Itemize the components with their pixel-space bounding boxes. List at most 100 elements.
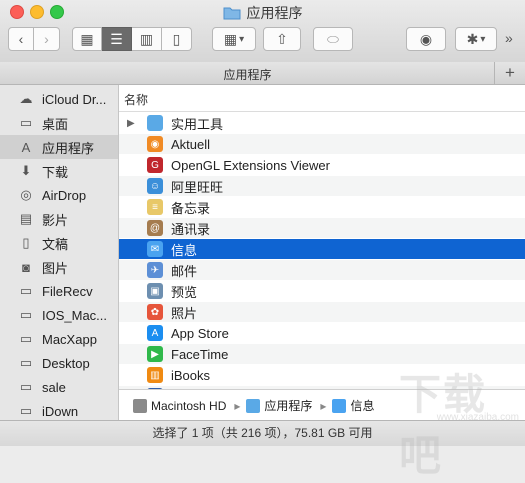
app-icon: ✿ (147, 304, 163, 320)
sidebar-item[interactable]: ▯ 文稿 (0, 231, 118, 255)
path-crumb[interactable]: Macintosh HD (133, 398, 227, 413)
list-view-button[interactable]: ☰ (102, 27, 132, 51)
column-view-button[interactable]: ▥ (132, 27, 162, 51)
file-row[interactable]: ▶ 实用工具 (119, 113, 525, 133)
sidebar-item[interactable]: ▭ IOS_Mac... (0, 303, 118, 327)
file-name: 邮件 (171, 263, 198, 279)
app-icon: G (147, 157, 163, 173)
sidebar-item-icon: ⬇ (20, 163, 32, 178)
path-crumb[interactable]: 信息 (332, 397, 374, 414)
sidebar-item[interactable]: ▭ 桌面 (0, 111, 118, 135)
sidebar-item-icon: ▭ (19, 115, 33, 130)
sidebar-item-label: 影片 (42, 212, 69, 228)
sidebar-item-icon: ▭ (19, 307, 33, 322)
sidebar-item-icon: ▭ (19, 403, 33, 418)
file-row[interactable]: G OpenGL Extensions Viewer (119, 155, 525, 175)
sidebar-item-icon: ▭ (19, 331, 33, 346)
app-icon (147, 115, 163, 131)
sidebar-item[interactable]: ◙ 图片 (0, 255, 118, 279)
sidebar-item-label: Desktop (42, 355, 90, 371)
tab-title[interactable]: 应用程序 (0, 66, 495, 83)
quick-look-button[interactable]: ◉ (406, 27, 446, 51)
sidebar-item[interactable]: ☁ iCloud Dr... (0, 87, 118, 111)
sidebar-item-icon: ▭ (19, 379, 33, 394)
sidebar-item-icon: ▭ (19, 355, 33, 370)
app-icon: @ (147, 220, 163, 236)
new-tab-button[interactable]: + (494, 62, 525, 84)
arrange-icon: ▦ (223, 30, 238, 47)
folder-icon (223, 7, 240, 20)
sidebar-item-label: iDown (42, 403, 79, 419)
tag-button[interactable]: ⬭ (313, 27, 353, 51)
file-name: 照片 (171, 305, 198, 321)
file-name: 信息 (171, 242, 198, 258)
file-row[interactable]: ▥ iBooks (119, 365, 525, 385)
sidebar-item[interactable]: ▭ Desktop (0, 351, 118, 375)
chevron-down-icon: ▾ (239, 33, 245, 45)
back-button[interactable]: ‹ (8, 27, 34, 51)
sidebar-item-icon: ▯ (22, 235, 30, 250)
app-icon: ✈ (147, 262, 163, 278)
share-button[interactable]: ⇧ (263, 27, 301, 51)
status-bar: 选择了 1 项（共 216 项），75.81 GB 可用 (0, 420, 525, 446)
nav-buttons: ‹ › (8, 27, 60, 51)
path-crumb-icon (332, 398, 347, 413)
tab-bar: 应用程序 + (0, 62, 525, 85)
file-row[interactable]: ▶ FaceTime (119, 344, 525, 364)
file-name: Aktuell (171, 136, 211, 152)
file-name: 实用工具 (171, 116, 224, 132)
file-name: FaceTime (171, 346, 229, 362)
file-row[interactable]: ▣ 预览 (119, 281, 525, 301)
disclosure-triangle-icon[interactable]: ▶ (127, 118, 135, 129)
view-mode-segment: ▦ ☰ ▥ ▯ (72, 27, 192, 51)
file-row[interactable]: ✈ 邮件 (119, 260, 525, 280)
forward-button[interactable]: › (34, 27, 60, 51)
app-icon: ☺ (147, 178, 163, 194)
file-row[interactable]: ◉ Aktuell (119, 134, 525, 154)
path-separator-icon: ▸ (320, 398, 327, 413)
sidebar-item-label: 桌面 (42, 116, 69, 132)
app-icon: ≡ (147, 199, 163, 215)
path-crumb-icon (133, 398, 147, 413)
gear-icon: ✱ (466, 30, 479, 47)
sidebar-item-label: MacXapp (42, 331, 97, 347)
sidebar-item-label: iCloud Dr... (42, 91, 107, 107)
sidebar-item-icon: ◎ (20, 187, 32, 202)
sidebar-item-label: FileRecv (42, 283, 93, 299)
sidebar-item[interactable]: ◎ AirDrop (0, 183, 118, 207)
sidebar-item[interactable]: A 应用程序 (0, 135, 118, 159)
column-header-name[interactable]: 名称 (119, 85, 525, 112)
action-button[interactable]: ✱ ▾ (455, 27, 497, 51)
file-row[interactable]: ✉ 信息 (119, 239, 525, 259)
sidebar-item[interactable]: ▭ MacXapp (0, 327, 118, 351)
path-crumb-label: Macintosh HD (151, 398, 227, 413)
sidebar-item-label: 文稿 (42, 236, 69, 252)
icon-view-button[interactable]: ▦ (72, 27, 102, 51)
sidebar-item-label: 下载 (42, 164, 69, 180)
toolbar-overflow-button[interactable]: » (505, 30, 513, 46)
sidebar-item[interactable]: ▭ iDown (0, 399, 118, 420)
share-icon: ⇧ (276, 30, 288, 47)
sidebar-item-label: sale (42, 379, 66, 395)
file-row[interactable]: A App Store (119, 323, 525, 343)
sidebar-item[interactable]: ▭ sale (0, 375, 118, 399)
file-row[interactable]: ≡ 备忘录 (119, 197, 525, 217)
sidebar-item-icon: ◙ (22, 259, 30, 275)
file-row[interactable]: ✿ 照片 (119, 302, 525, 322)
file-row[interactable]: ☺ 阿里旺旺 (119, 176, 525, 196)
file-name: 备忘录 (171, 200, 211, 216)
file-name: 通讯录 (171, 221, 211, 237)
sidebar-item-label: 应用程序 (42, 140, 95, 156)
arrange-button[interactable]: ▦ ▾ (212, 27, 256, 51)
sidebar-item[interactable]: ▤ 影片 (0, 207, 118, 231)
sidebar-item[interactable]: ▭ FileRecv (0, 279, 118, 303)
sidebar-item[interactable]: ⬇ 下载 (0, 159, 118, 183)
sidebar-item-label: AirDrop (42, 187, 87, 203)
path-crumb-label: 信息 (350, 399, 375, 413)
file-name: 阿里旺旺 (171, 179, 224, 195)
cover-flow-button[interactable]: ▯ (162, 27, 192, 51)
file-row[interactable]: @ 通讯录 (119, 218, 525, 238)
path-crumb[interactable]: 应用程序 (246, 397, 312, 414)
app-icon: ✉ (147, 241, 163, 257)
file-name: App Store (171, 325, 229, 341)
